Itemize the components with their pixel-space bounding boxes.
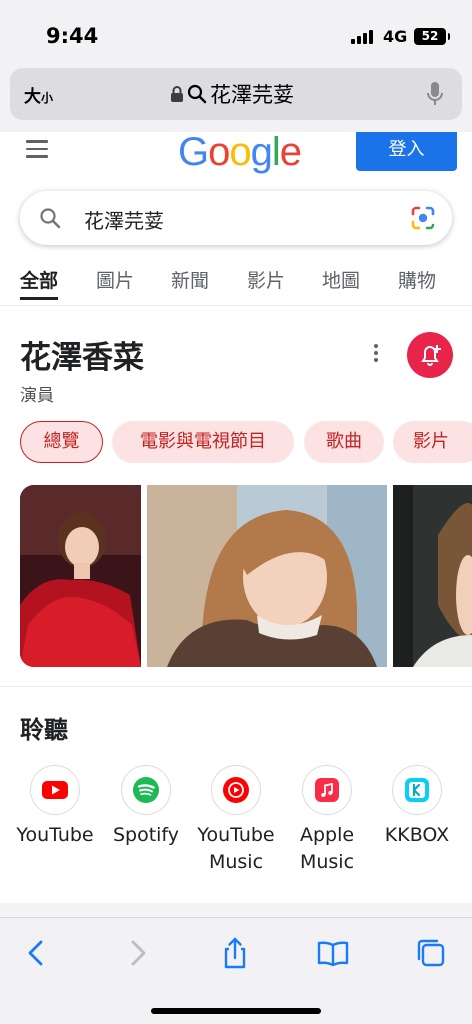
youtube-music-icon <box>223 777 249 803</box>
chip-videos[interactable]: 影片 <box>393 421 472 463</box>
chip-songs[interactable]: 歌曲 <box>304 421 384 463</box>
tab-news[interactable]: 新聞 <box>171 266 209 293</box>
chip-movies-tv[interactable]: 電影與電視節目 <box>112 421 294 463</box>
tab-maps[interactable]: 地圖 <box>322 266 360 293</box>
search-icon <box>40 208 61 229</box>
entity-photo-3[interactable] <box>393 485 472 667</box>
text-size-button[interactable]: 大小 <box>24 82 53 107</box>
apple-music-icon <box>315 778 339 802</box>
google-logo-letter: l <box>271 130 281 174</box>
search-icon <box>187 84 207 104</box>
status-time: 9:44 <box>46 24 99 48</box>
entity-photo-2[interactable] <box>147 485 387 667</box>
search-box[interactable]: 花澤芫荽 <box>20 191 452 245</box>
more-options-icon[interactable] <box>372 344 380 366</box>
back-icon[interactable] <box>20 936 54 970</box>
hamburger-menu-icon[interactable] <box>26 140 48 158</box>
google-logo-letter: G <box>178 130 209 174</box>
entity-title: 花澤香菜 <box>20 340 144 376</box>
status-bar: 9:44 4G 52 <box>0 0 472 70</box>
google-logo-letter: o <box>229 130 251 174</box>
chip-overview[interactable]: 總覽 <box>20 421 103 463</box>
tab-shopping[interactable]: 購物 <box>398 266 436 293</box>
google-logo[interactable]: Google <box>178 130 302 174</box>
tab-images[interactable]: 圖片 <box>96 266 134 293</box>
image-carousel[interactable] <box>0 485 472 667</box>
section-divider <box>0 903 472 917</box>
sign-in-button[interactable]: 登入 <box>356 132 457 171</box>
bell-plus-icon <box>421 345 441 366</box>
share-icon[interactable] <box>218 936 252 970</box>
google-logo-letter: g <box>250 130 273 174</box>
service-label: Spotify <box>112 824 180 846</box>
cellular-signal-icon <box>351 30 375 44</box>
entity-subtitle: 演員 <box>20 386 54 406</box>
spotify-icon <box>133 777 159 803</box>
youtube-icon <box>42 781 68 799</box>
tabs-icon[interactable] <box>414 936 448 970</box>
listen-section-title: 聆聽 <box>20 716 68 744</box>
tab-videos[interactable]: 影片 <box>247 266 285 293</box>
service-label-line2: Music <box>299 851 355 873</box>
search-input[interactable]: 花澤芫荽 <box>84 205 164 234</box>
tab-all[interactable]: 全部 <box>20 266 59 300</box>
url-text: 花澤芫荽 <box>210 83 294 107</box>
home-indicator <box>151 1008 321 1014</box>
section-divider <box>0 686 472 687</box>
follow-button[interactable] <box>407 332 453 378</box>
google-logo-letter: o <box>208 130 230 174</box>
text-size-label: 大 <box>24 87 41 107</box>
forward-icon[interactable] <box>120 936 154 970</box>
google-lens-icon[interactable] <box>410 205 436 231</box>
service-apple-music[interactable]: Apple Music <box>281 765 373 876</box>
entity-chips: 總覽 電影與電視節目 歌曲 影片 <box>0 421 472 465</box>
network-type: 4G <box>383 27 408 46</box>
service-label: KKBOX <box>384 824 450 846</box>
lock-icon <box>171 86 183 102</box>
service-kkbox[interactable]: KKBOX <box>371 765 463 849</box>
entity-photo-1[interactable] <box>20 485 141 667</box>
service-label: YouTube <box>16 824 94 846</box>
google-logo-letter: e <box>279 130 302 174</box>
kkbox-icon <box>405 778 429 802</box>
search-tabs: 全部 圖片 新聞 影片 地圖 購物 <box>0 262 472 306</box>
service-youtube[interactable]: YouTube <box>9 765 101 849</box>
battery-icon: 52 <box>414 28 450 45</box>
service-label: YouTube <box>197 824 275 846</box>
bookmarks-icon[interactable] <box>316 936 350 970</box>
url-field[interactable]: 花澤芫荽 <box>170 78 294 110</box>
text-size-small-label: 小 <box>41 91 54 105</box>
browser-top-chrome: 9:44 4G 52 大小 花澤芫荽 <box>0 0 472 132</box>
service-label-line2: Music <box>208 851 264 873</box>
address-bar[interactable]: 大小 花澤芫荽 <box>10 68 462 120</box>
service-label: Apple <box>299 824 355 846</box>
service-youtube-music[interactable]: YouTube Music <box>190 765 282 876</box>
microphone-icon[interactable] <box>426 81 444 107</box>
service-spotify[interactable]: Spotify <box>100 765 192 849</box>
